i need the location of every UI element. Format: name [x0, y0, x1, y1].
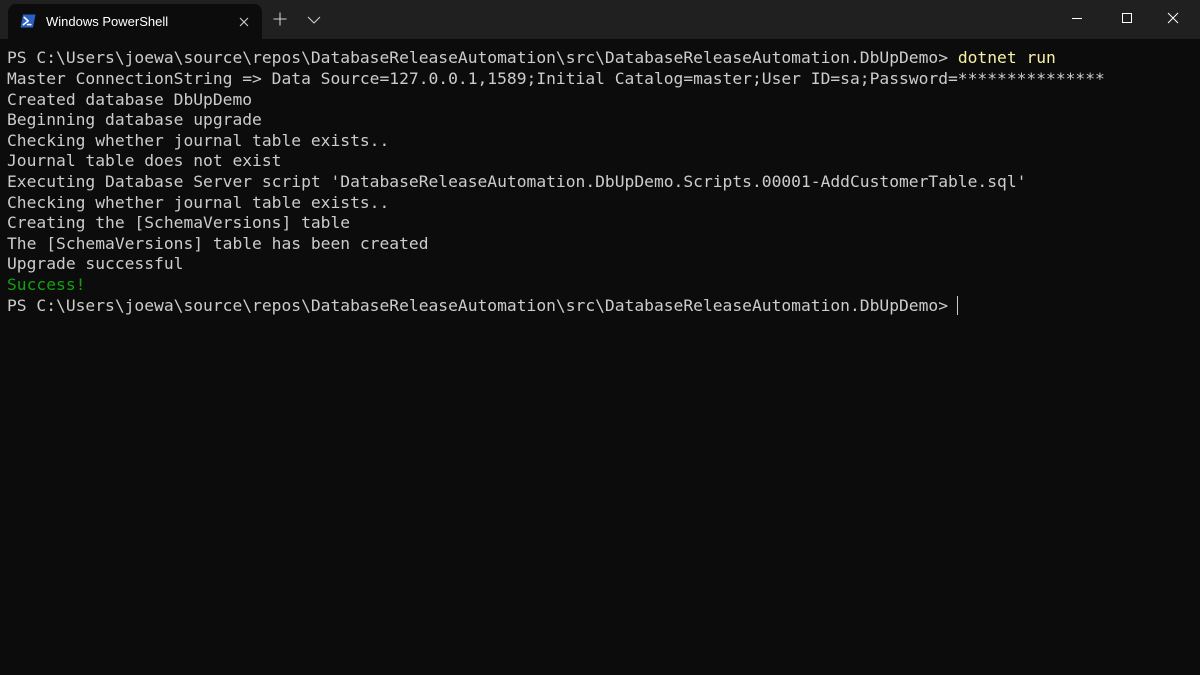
- chevron-down-icon: [307, 12, 321, 30]
- powershell-icon: [20, 13, 36, 29]
- output-line: Creating the [SchemaVersions] table: [7, 213, 351, 232]
- output-line: Journal table does not exist: [7, 151, 282, 170]
- profile-dropdown-button[interactable]: [302, 8, 326, 34]
- tab-windows-powershell[interactable]: Windows PowerShell: [8, 4, 262, 39]
- terminal-window: Windows PowerShell PS C:\Users\joewa\sou…: [0, 0, 1200, 675]
- title-bar[interactable]: Windows PowerShell: [0, 0, 1200, 39]
- command-line: PS C:\Users\joewa\source\repos\DatabaseR…: [7, 48, 1056, 68]
- tab-close-icon[interactable]: [232, 10, 256, 34]
- tab-title: Windows PowerShell: [46, 14, 169, 29]
- minimize-icon: [1071, 11, 1083, 29]
- output-line: Created database DbUpDemo: [7, 90, 253, 109]
- command-text: dotnet run: [957, 48, 1056, 67]
- output-line: Checking whether journal table exists..: [7, 193, 390, 212]
- minimize-button[interactable]: [1054, 0, 1100, 39]
- close-icon: [1167, 11, 1179, 29]
- close-button[interactable]: [1150, 0, 1196, 39]
- maximize-button[interactable]: [1104, 0, 1150, 39]
- prompt-text: PS C:\Users\joewa\source\repos\DatabaseR…: [7, 48, 949, 67]
- output-line: The [SchemaVersions] table has been crea…: [7, 234, 429, 253]
- plus-icon: [273, 12, 287, 31]
- maximize-icon: [1121, 11, 1133, 29]
- active-prompt-line[interactable]: PS C:\Users\joewa\source\repos\DatabaseR…: [7, 296, 959, 316]
- output-line: Beginning database upgrade: [7, 110, 262, 129]
- text-cursor: [957, 296, 959, 315]
- output-line: Upgrade successful: [7, 254, 184, 273]
- output-line: Master ConnectionString => Data Source=1…: [7, 69, 1105, 88]
- new-tab-button[interactable]: [268, 8, 292, 34]
- output-line: Executing Database Server script 'Databa…: [7, 172, 1027, 191]
- output-line: Checking whether journal table exists..: [7, 131, 390, 150]
- prompt-text: PS C:\Users\joewa\source\repos\DatabaseR…: [7, 296, 949, 315]
- terminal-output[interactable]: PS C:\Users\joewa\source\repos\DatabaseR…: [0, 39, 1200, 675]
- success-message: Success!: [7, 275, 86, 294]
